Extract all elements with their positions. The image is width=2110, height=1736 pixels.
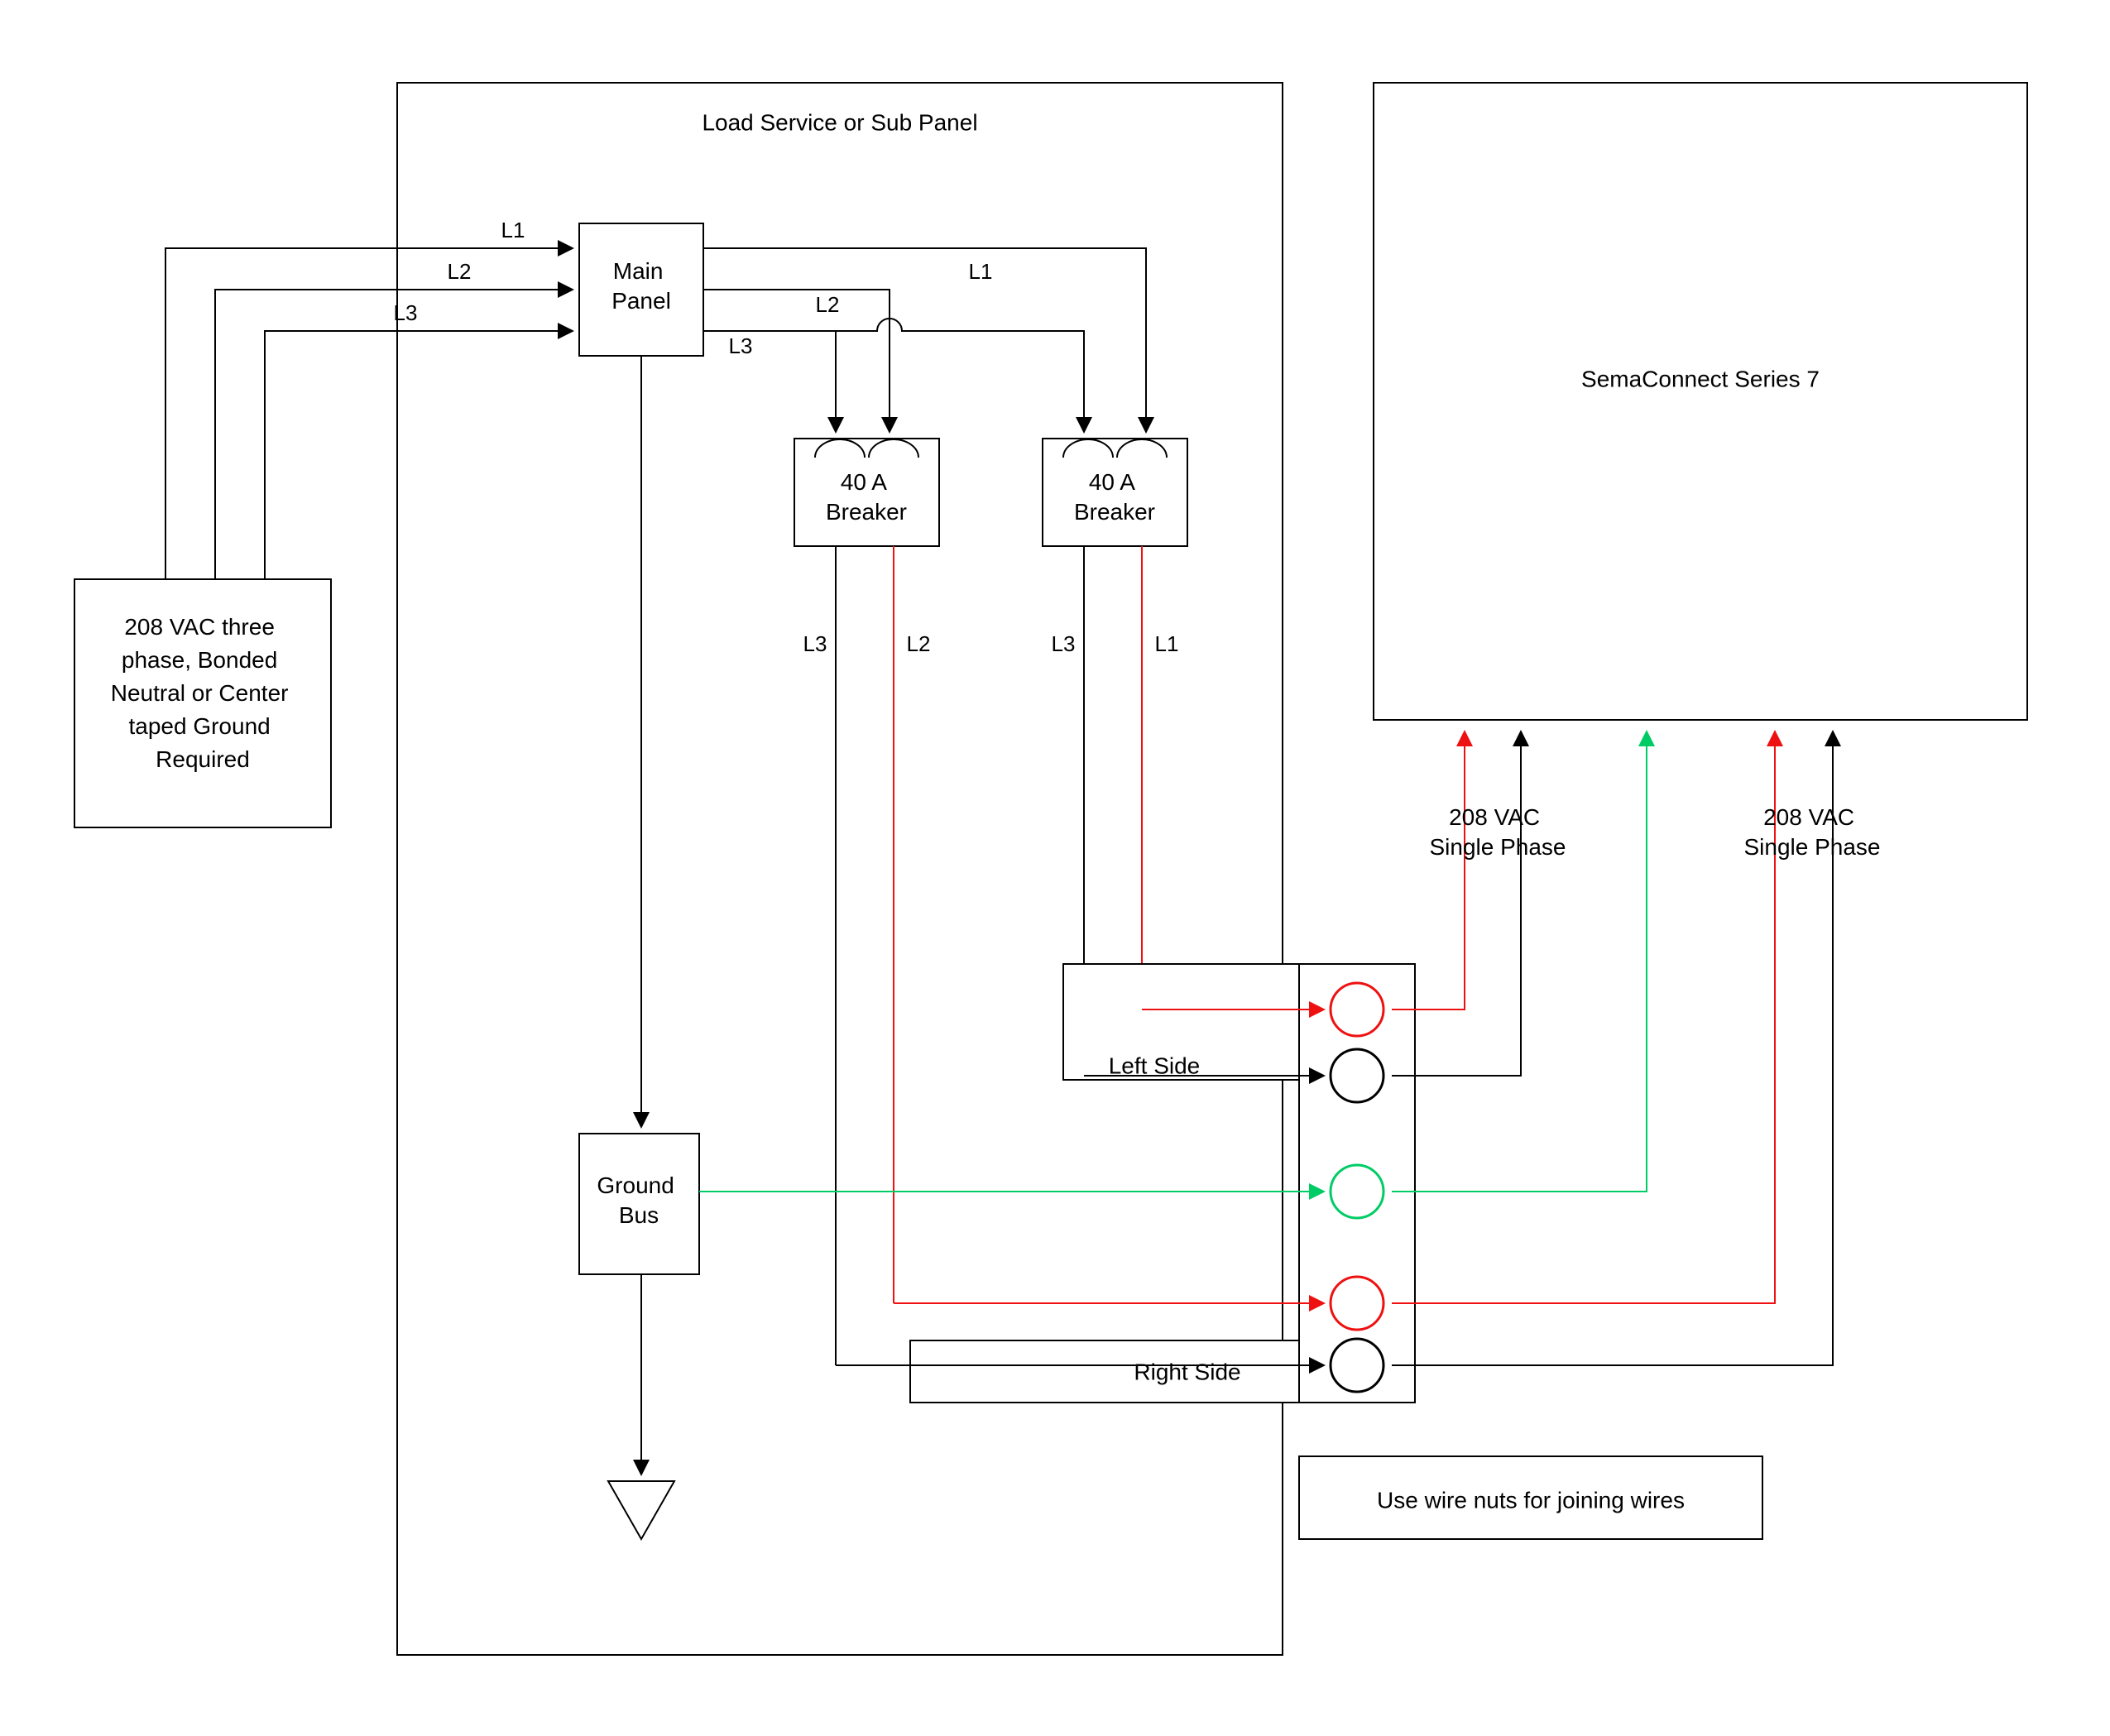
label-L1-in: L1	[501, 218, 525, 242]
wiring-diagram: Load Service or Sub Panel 208 VAC three …	[0, 0, 2110, 1736]
load-service-panel	[397, 83, 1283, 1655]
dev-feed-2-label: 208 VAC Single Phase	[1743, 804, 1880, 860]
panel-title: Load Service or Sub Panel	[702, 109, 977, 135]
right-side-label: Right Side	[1134, 1359, 1240, 1384]
label-b1-L2: L2	[907, 631, 931, 656]
terminal-red-top	[1331, 983, 1383, 1036]
label-L1-out: L1	[969, 259, 993, 284]
label-b2-L1: L1	[1155, 631, 1179, 656]
terminal-black-top	[1331, 1049, 1383, 1102]
device-box	[1374, 83, 2027, 720]
label-L3-in: L3	[394, 300, 418, 325]
left-side-label: Left Side	[1109, 1053, 1201, 1078]
dev-feed-1-label: 208 VAC Single Phase	[1429, 804, 1566, 860]
label-b1-L3: L3	[803, 631, 827, 656]
terminal-green	[1331, 1165, 1383, 1218]
wire-dev-green	[1392, 733, 1647, 1192]
label-L3-out: L3	[729, 333, 753, 358]
label-L2-in: L2	[448, 259, 472, 284]
wire-nuts-label: Use wire nuts for joining wires	[1377, 1487, 1685, 1513]
device-title: SemaConnect Series 7	[1581, 366, 1820, 391]
terminal-black-bottom	[1331, 1339, 1383, 1392]
label-L2-out: L2	[816, 292, 840, 317]
terminal-red-bottom	[1331, 1277, 1383, 1330]
label-b2-L3: L3	[1052, 631, 1076, 656]
